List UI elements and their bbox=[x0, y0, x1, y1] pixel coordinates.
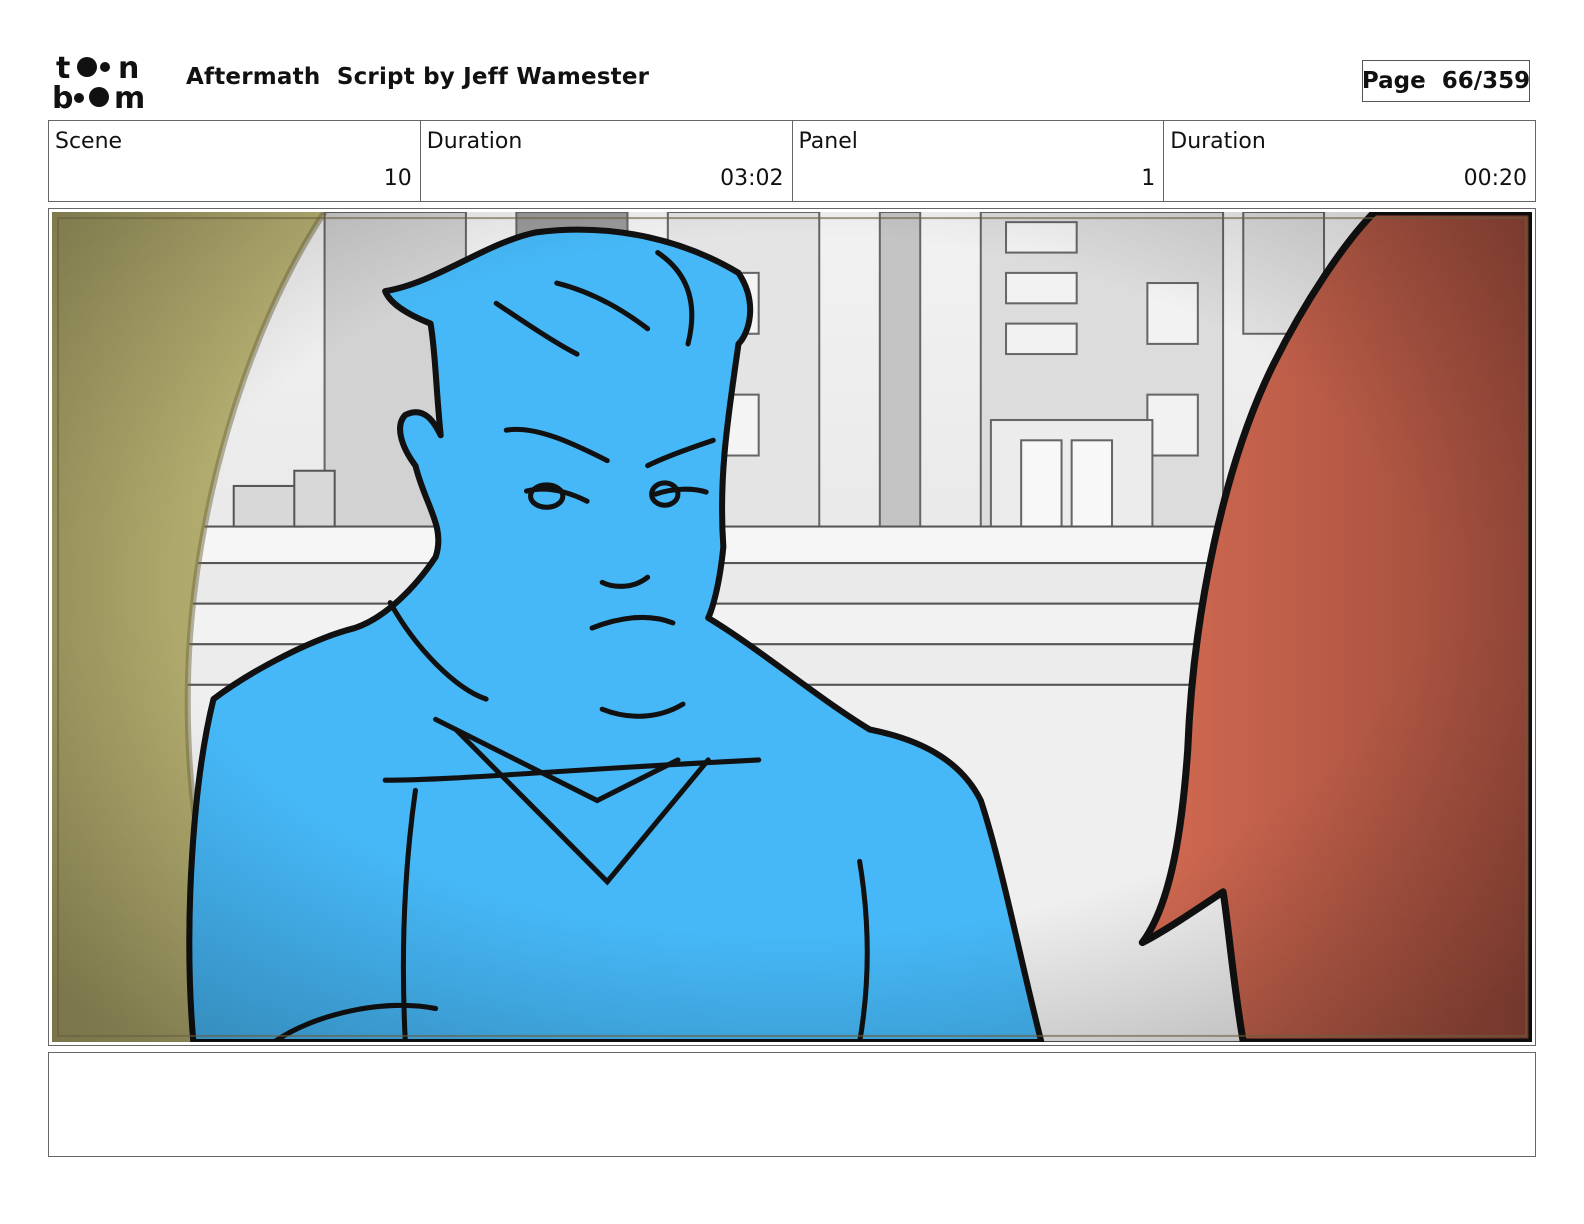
document-title: Aftermath Script by Jeff Wamester bbox=[186, 64, 650, 90]
storyboard-panel-image bbox=[52, 212, 1532, 1042]
panel-value: 1 bbox=[1141, 166, 1156, 191]
page-indicator: Page 66/359 bbox=[1362, 60, 1530, 102]
panel-duration-cell: Duration 00:20 bbox=[1164, 121, 1535, 201]
scene-cell: Scene 10 bbox=[49, 121, 421, 201]
scene-label: Scene bbox=[55, 129, 123, 154]
storyboard-panel bbox=[48, 208, 1536, 1046]
scene-duration-value: 03:02 bbox=[720, 166, 784, 191]
svg-text:b: b bbox=[52, 81, 73, 112]
scene-value: 10 bbox=[383, 166, 412, 191]
scene-duration-cell: Duration 03:02 bbox=[421, 121, 793, 201]
scene-duration-label: Duration bbox=[426, 129, 523, 154]
panel-label: Panel bbox=[798, 129, 858, 154]
panel-duration-value: 00:20 bbox=[1463, 166, 1527, 191]
panel-duration-label: Duration bbox=[1170, 129, 1266, 154]
panel-notes-box bbox=[48, 1052, 1536, 1157]
svg-text:m: m bbox=[114, 81, 145, 112]
toonboom-logo: t n b m bbox=[50, 50, 165, 116]
panel-cell: Panel 1 bbox=[793, 121, 1165, 201]
scene-info-row: Scene 10 Duration 03:02 Panel 1 Duration… bbox=[48, 120, 1536, 202]
